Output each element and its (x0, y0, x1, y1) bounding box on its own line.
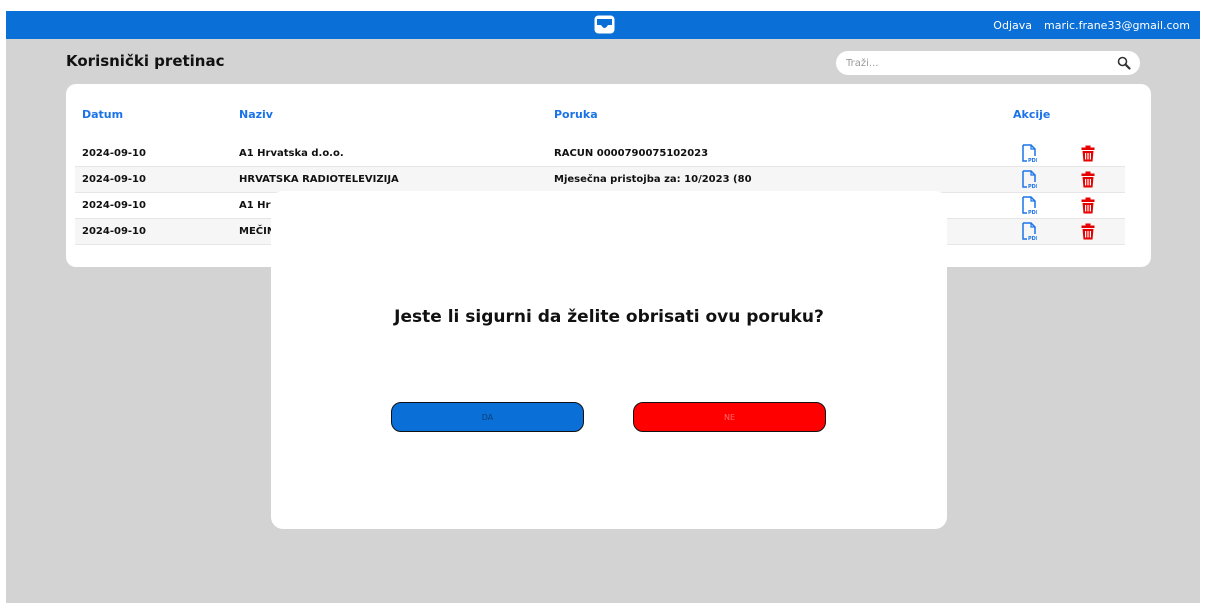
trash-icon[interactable] (1081, 197, 1095, 214)
svg-text:PDF: PDF (1028, 158, 1037, 163)
pdf-icon[interactable]: PDF (1021, 196, 1037, 215)
row-date: 2024-09-10 (82, 226, 146, 237)
row-name: HRVATSKA RADIOTELEVIZIJA (239, 174, 399, 185)
delete-confirm-dialog: Jeste li sigurni da želite obrisati ovu … (271, 191, 947, 529)
pdf-icon[interactable]: PDF (1021, 170, 1037, 189)
table-row[interactable]: 2024-09-10 HRVATSKA RADIOTELEVIZIJA Mjes… (75, 167, 1125, 193)
search-input[interactable] (846, 54, 1106, 72)
pdf-icon[interactable]: PDF (1021, 144, 1037, 163)
pdf-icon[interactable]: PDF (1021, 222, 1037, 241)
header-message: Poruka (554, 108, 598, 121)
row-date: 2024-09-10 (82, 148, 146, 159)
svg-text:PDF: PDF (1028, 236, 1037, 241)
header-date: Datum (82, 108, 124, 121)
header-name: Naziv (239, 108, 273, 121)
row-message: RACUN 0000790075102023 (554, 148, 709, 159)
header-actions: Akcije (1013, 108, 1051, 121)
svg-text:PDF: PDF (1028, 184, 1037, 189)
confirm-no-button[interactable]: NE (633, 402, 826, 432)
dialog-question: Jeste li sigurni da želite obrisati ovu … (394, 307, 824, 327)
page-title: Korisnički pretinac (66, 52, 225, 70)
trash-icon[interactable] (1081, 171, 1095, 188)
row-date: 2024-09-10 (82, 174, 146, 185)
row-message: Mjesečna pristojba za: 10/2023 (80 (554, 174, 752, 185)
user-menu: Odjava maric.frane33@gmail.com (993, 11, 1190, 39)
inbox-logo-icon[interactable] (593, 14, 616, 35)
app-root: Odjava maric.frane33@gmail.com Korisničk… (6, 11, 1200, 603)
row-name: A1 Hrvatska d.o.o. (239, 148, 344, 159)
confirm-yes-button[interactable]: DA (391, 402, 584, 432)
search-box (836, 51, 1140, 75)
search-icon[interactable] (1117, 56, 1131, 70)
row-date: 2024-09-10 (82, 200, 146, 211)
row-name: MEČIN (239, 226, 276, 237)
logout-link[interactable]: Odjava (993, 19, 1032, 32)
table-row[interactable]: 2024-09-10 A1 Hrvatska d.o.o. RACUN 0000… (75, 141, 1125, 167)
trash-icon[interactable] (1081, 223, 1095, 240)
svg-text:PDF: PDF (1028, 210, 1037, 215)
trash-icon[interactable] (1081, 145, 1095, 162)
top-bar: Odjava maric.frane33@gmail.com (6, 11, 1200, 39)
user-email: maric.frane33@gmail.com (1044, 18, 1190, 32)
